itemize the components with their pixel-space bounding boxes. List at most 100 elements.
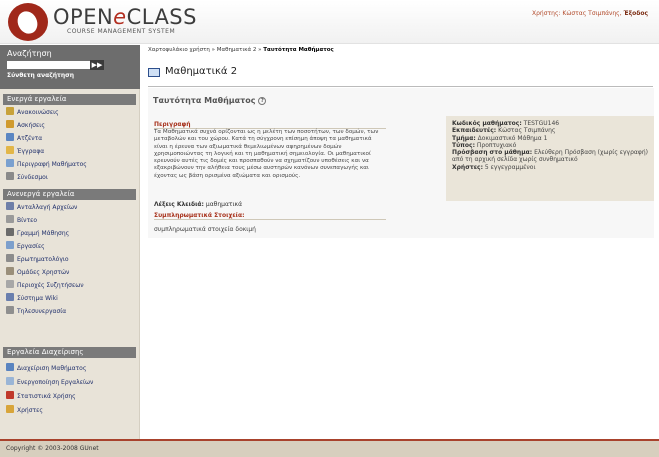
brand-tagline: COURSE MANAGEMENT SYSTEM — [67, 28, 176, 35]
sidebar-item-course-admin[interactable]: Διαχείριση Μαθήματος — [6, 363, 136, 375]
sidebar-item-links[interactable]: Σύνδεσμοι — [6, 172, 136, 184]
section-head-active-tools: Ενεργά εργαλεία — [3, 94, 136, 105]
sidebar-item-announcements[interactable]: Ανακοινώσεις — [6, 107, 136, 119]
exercise-icon — [6, 120, 14, 128]
info-type: Τύπος: Προπτυχιακό — [452, 142, 648, 149]
sidebar-item-learning-path[interactable]: Γραμμή Μάθησης — [6, 228, 136, 240]
sidebar-item-label: Περιοχές Συζητήσεων — [17, 282, 84, 289]
course-icon — [148, 68, 160, 77]
info-label: Τύπος: — [452, 141, 475, 149]
forum-icon — [6, 280, 14, 288]
sidebar-item-label: Ατζέντα — [17, 135, 43, 142]
info-label: Πρόσβαση στο μάθημα: — [452, 149, 533, 157]
breadcrumb-portfolio[interactable]: Χαρτοφυλάκιο χρήστη — [148, 47, 210, 53]
sidebar-item-label: Ανταλλαγή Αρχείων — [17, 204, 78, 211]
sidebar-item-wiki[interactable]: Σύστημα Wiki — [6, 293, 136, 305]
sidebar-item-exercises[interactable]: Ασκήσεις — [6, 120, 136, 132]
advanced-search-link[interactable]: Σύνθετη αναζήτηση — [7, 72, 74, 79]
info-label: Τμήμα: — [452, 134, 476, 142]
sidebar-item-usage-statistics[interactable]: Στατιστικά Χρήσης — [6, 391, 136, 403]
sidebar-item-label: Έγγραφα — [17, 148, 45, 155]
sidebar-item-label: Χρήστες — [17, 407, 43, 414]
sidebar-item-label: Σύνδεσμοι — [17, 174, 48, 181]
section-head-admin-tools: Εργαλεία Διαχείρισης — [3, 347, 136, 358]
info-value: TESTGU146 — [523, 120, 560, 127]
sidebar-item-user-groups[interactable]: Ομάδες Χρηστών — [6, 267, 136, 279]
users-icon — [6, 405, 14, 413]
sidebar-item-tools-activation[interactable]: Ενεργοποίηση Εργαλείων — [6, 377, 136, 389]
sidebar-item-label: Ανακοινώσεις — [17, 109, 59, 116]
extras-label: Συμπληρωματικά Στοιχεία: — [154, 212, 245, 219]
megaphone-icon — [6, 107, 14, 115]
keywords-label: Λέξεις Κλειδιά: — [154, 201, 204, 208]
info-users: Χρήστες: 5 εγγεγραμμένοι — [452, 164, 648, 171]
wiki-icon — [6, 293, 14, 301]
footer: Copyright © 2003-2008 GUnet — [0, 439, 659, 457]
logout-link[interactable]: Έξοδος — [624, 10, 649, 17]
search-go-button[interactable]: ▶▶ — [90, 60, 104, 70]
info-instructor: Εκπαιδευτές: Κώστας Τσιμπάνης — [452, 127, 648, 134]
sidebar-item-file-exchange[interactable]: Ανταλλαγή Αρχείων — [6, 202, 136, 214]
sidebar-item-users[interactable]: Χρήστες — [6, 405, 136, 417]
assignments-icon — [6, 241, 14, 249]
sidebar-item-forums[interactable]: Περιοχές Συζητήσεων — [6, 280, 136, 292]
brand-open: OPEN — [53, 5, 114, 29]
description-text: Τα Μαθηματικά συχνά ορίζονται ως η μελέτ… — [154, 129, 379, 179]
learning-path-icon — [6, 228, 14, 236]
breadcrumb-course[interactable]: Μαθηματικά 2 — [217, 47, 257, 53]
breadcrumb-separator: » — [258, 47, 262, 53]
conference-icon — [6, 306, 14, 314]
openeclass-logo-icon[interactable] — [8, 3, 48, 41]
search-input[interactable] — [7, 61, 90, 69]
keywords: Λέξεις Κλειδιά: μαθηματικά — [154, 201, 242, 208]
info-value: Κώστας Τσιμπάνης — [498, 127, 556, 135]
page-title-text: Ταυτότητα Μαθήματος — [153, 96, 256, 105]
sidebar-item-label: Ενεργοποίηση Εργαλείων — [17, 379, 94, 386]
course-info-box: Κωδικός μαθήματος: TESTGU146 Εκπαιδευτές… — [446, 116, 654, 201]
sidebar-item-label: Σύστημα Wiki — [17, 295, 58, 302]
help-icon[interactable]: ? — [258, 97, 267, 105]
info-label: Εκπαιδευτές: — [452, 127, 497, 135]
sidebar-item-label: Ερωτηματολόγιο — [17, 256, 69, 263]
header: OPENeCLASS COURSE MANAGEMENT SYSTEM Χρήσ… — [0, 0, 659, 44]
brand-name: OPENeCLASS — [53, 6, 197, 28]
sidebar-item-label: Περιγραφή Μαθήματος — [17, 161, 87, 168]
sidebar-item-video[interactable]: Βίντεο — [6, 215, 136, 227]
sidebar-item-label: Βίντεο — [17, 217, 38, 224]
course-title: Μαθηματικά 2 — [165, 66, 238, 77]
brand-e: e — [113, 5, 127, 29]
description-label: Περιγραφή — [154, 121, 191, 128]
page-title: Ταυτότητα Μαθήματος ? — [153, 96, 267, 105]
info-value: 5 εγγεγραμμένοι — [484, 163, 536, 171]
info-access: Πρόσβαση στο μάθημα: Ελεύθερη Πρόσβαση (… — [452, 149, 648, 164]
sidebar: Αναζήτηση ▶▶ Σύνθετη αναζήτηση Ενεργά ερ… — [0, 45, 140, 439]
groups-icon — [6, 267, 14, 275]
calendar-icon — [6, 133, 14, 141]
divider — [148, 86, 653, 87]
info-label: Χρήστες: — [452, 163, 483, 171]
page: OPENeCLASS COURSE MANAGEMENT SYSTEM Χρήσ… — [0, 0, 659, 457]
course-admin-icon — [6, 363, 14, 371]
sidebar-item-course-description[interactable]: Περιγραφή Μαθήματος — [6, 159, 136, 171]
statistics-icon — [6, 391, 14, 399]
breadcrumb-current: Ταυτότητα Μαθήματος — [263, 47, 334, 53]
breadcrumb: Χαρτοφυλάκιο χρήστη » Μαθηματικά 2 » Ταυ… — [148, 47, 334, 53]
sidebar-item-agenda[interactable]: Ατζέντα — [6, 133, 136, 145]
folder-icon — [6, 146, 14, 154]
sidebar-item-label: Ομάδες Χρηστών — [17, 269, 70, 276]
info-value: Προπτυχιακό — [476, 141, 517, 149]
description-icon — [6, 159, 14, 167]
tools-activate-icon — [6, 377, 14, 385]
sidebar-item-documents[interactable]: Έγγραφα — [6, 146, 136, 158]
sidebar-item-label: Ασκήσεις — [17, 122, 45, 129]
sidebar-item-teleconference[interactable]: Τηλεσυνεργασία — [6, 306, 136, 318]
search-box: Αναζήτηση ▶▶ Σύνθετη αναζήτηση — [0, 45, 140, 89]
sidebar-item-label: Διαχείριση Μαθήματος — [17, 365, 87, 372]
sidebar-item-questionnaire[interactable]: Ερωτηματολόγιο — [6, 254, 136, 266]
sidebar-item-assignments[interactable]: Εργασίες — [6, 241, 136, 253]
extras-text: συμπληρωματικά στοιχεία δοκιμή — [154, 226, 256, 233]
brand-class: CLASS — [126, 5, 197, 29]
info-label: Κωδικός μαθήματος: — [452, 120, 522, 127]
sidebar-item-label: Στατιστικά Χρήσης — [17, 393, 76, 400]
search-title: Αναζήτηση — [7, 49, 52, 58]
